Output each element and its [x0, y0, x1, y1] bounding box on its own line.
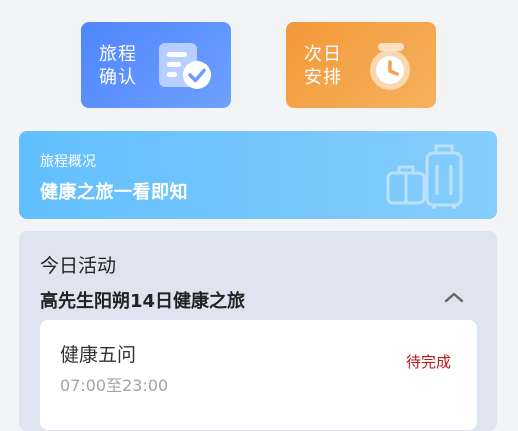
trip-confirm-label-line2: 确认 [99, 67, 137, 88]
activity-status-badge: 待完成 [405, 353, 451, 371]
today-activities-panel: 今日活动 高先生阳朔14日健康之旅 健康五问 07:00至23:00 待完成 [19, 231, 497, 431]
chevron-up-icon[interactable] [444, 291, 464, 303]
next-day-plan-tile[interactable]: 次日 安排 [286, 22, 436, 108]
trip-overview-card[interactable]: 旅程概况 健康之旅一看即知 [19, 131, 497, 219]
next-day-plan-label-line2: 安排 [304, 67, 342, 88]
trip-confirm-tile[interactable]: 旅程 确认 [81, 22, 231, 108]
activity-name: 健康五问 [60, 344, 137, 366]
next-day-plan-label: 次日 安排 [304, 43, 342, 89]
today-activities-heading: 今日活动 [40, 255, 117, 277]
timer-icon [370, 43, 410, 90]
trip-confirm-label: 旅程 确认 [99, 43, 137, 89]
checklist-icon [159, 43, 211, 89]
trip-overview-title: 健康之旅一看即知 [40, 182, 188, 203]
activity-card[interactable]: 健康五问 07:00至23:00 待完成 [40, 320, 477, 430]
activity-time: 07:00至23:00 [60, 376, 169, 395]
trip-name: 高先生阳朔14日健康之旅 [40, 291, 246, 312]
trip-confirm-label-line1: 旅程 [99, 44, 137, 65]
next-day-plan-label-line1: 次日 [304, 44, 342, 65]
trip-overview-subtitle: 旅程概况 [40, 154, 96, 170]
luggage-icon [386, 144, 463, 209]
